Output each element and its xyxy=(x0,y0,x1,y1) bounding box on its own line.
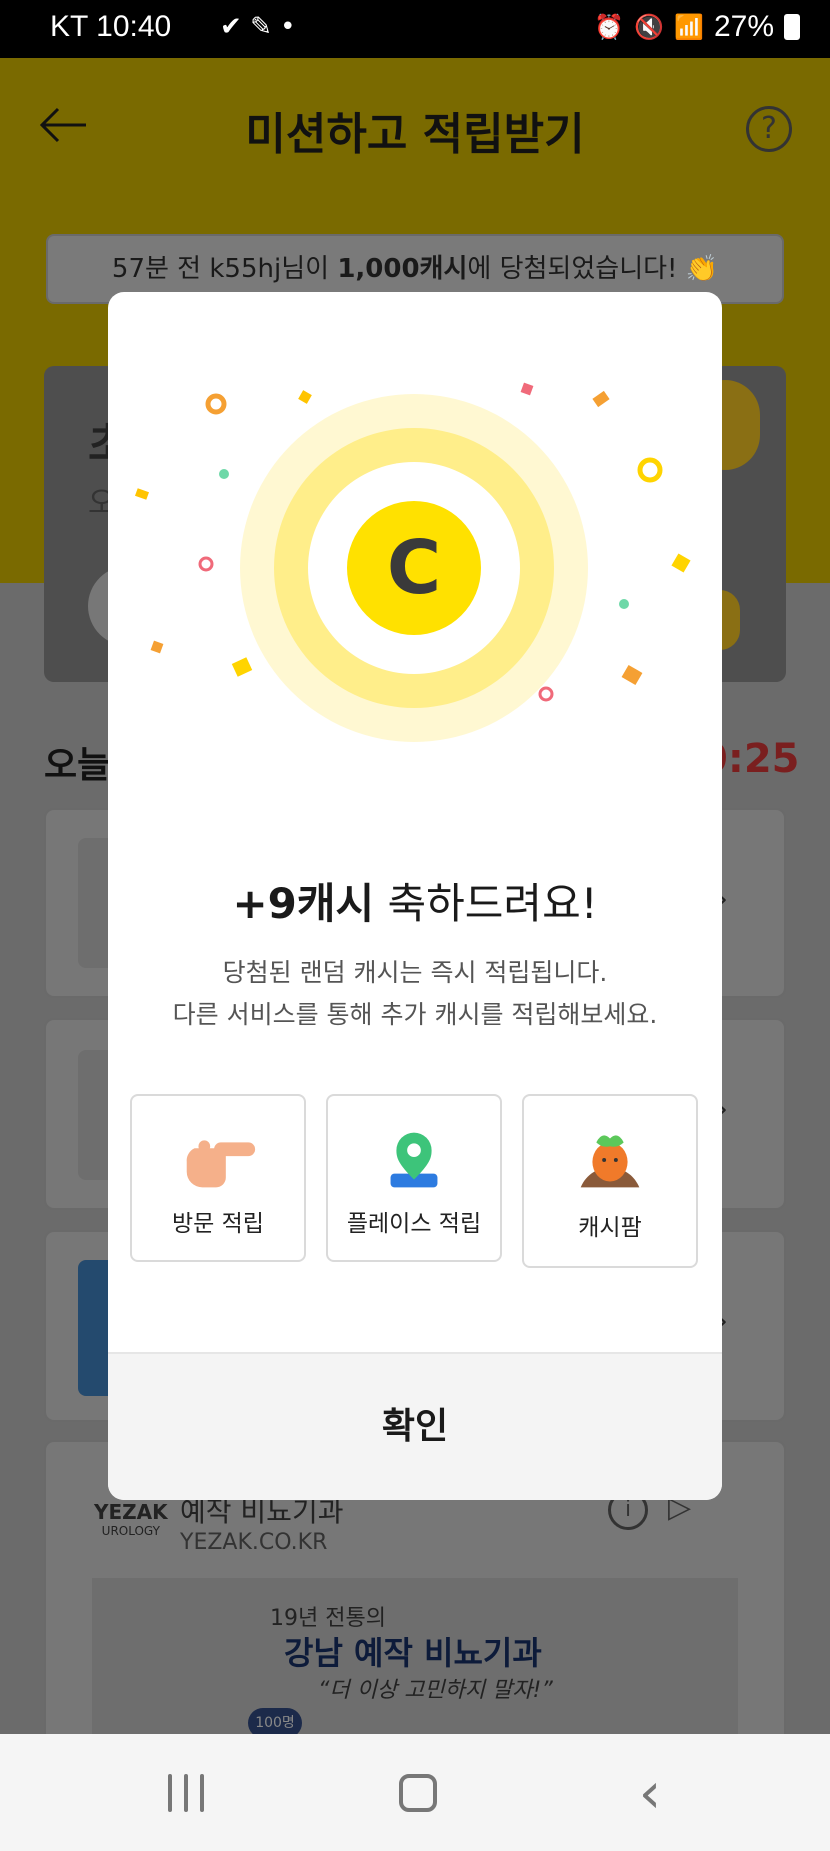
ticker-prefix: 57분 전 k55hj님이 xyxy=(111,254,338,284)
dot-icon: • xyxy=(280,12,296,42)
carrier-time: KT 10:40 xyxy=(50,10,172,43)
check-icon: ✔ xyxy=(220,12,242,42)
status-bar: KT 10:40 ✔ ✎ • ⏰ 🔇 📶 27% xyxy=(0,0,830,58)
desc-line-1: 당첨된 랜덤 캐시는 즉시 적립됩니다. xyxy=(222,958,608,987)
ticker-suffix: 에 당첨되었습니다! 👏 xyxy=(467,254,719,284)
ticker-amount: 1,000캐시 xyxy=(337,254,468,284)
screen: KT 10:40 ✔ ✎ • ⏰ 🔇 📶 27% 미션하고 적립받기 ? 57분… xyxy=(0,0,830,1851)
mute-icon: 🔇 xyxy=(634,13,665,41)
reward-amount: +9캐시 xyxy=(232,879,375,928)
confetti-piece xyxy=(621,664,643,686)
pencil-icon: ✎ xyxy=(250,12,272,42)
system-nav-bar: ‹ xyxy=(0,1734,830,1851)
confetti-piece xyxy=(298,390,312,404)
ad-url: YEZAK.CO.KR xyxy=(180,1530,328,1555)
confetti-piece xyxy=(671,553,691,573)
back-icon[interactable]: ‹ xyxy=(620,1764,680,1824)
alarm-icon: ⏰ xyxy=(594,13,625,41)
cash-farm-label: 캐시팜 xyxy=(578,1215,642,1241)
confetti-piece xyxy=(592,390,610,408)
place-reward-label: 플레이스 적립 xyxy=(346,1211,482,1237)
desc-line-2: 다른 서비스를 통해 추가 캐시를 적립해보세요. xyxy=(172,1000,658,1029)
ad-image-line3: “더 이상 고민하지 말자!” xyxy=(318,1678,553,1703)
ad-image-line2: 강남 예작 비뇨기과 xyxy=(284,1634,542,1672)
visit-reward-label: 방문 적립 xyxy=(172,1211,264,1237)
carrot-icon xyxy=(580,1135,640,1188)
ad-logo-subtext: UROLOGY xyxy=(101,1524,160,1538)
reward-title: +9캐시 축하드려요! xyxy=(108,870,722,931)
confetti-piece xyxy=(520,382,534,396)
confetti-piece xyxy=(150,640,164,654)
reward-burst-graphic: C xyxy=(134,382,691,742)
page-title: 미션하고 적립받기 xyxy=(245,109,585,160)
visit-reward-button[interactable]: 방문 적립 xyxy=(130,1094,306,1262)
confetti-ring xyxy=(538,686,554,702)
confetti-piece xyxy=(231,657,253,677)
reward-modal: C +9캐시 축하드려요! 당첨된 랜덤 캐시는 즉시 적립됩니다. 다른 서비… xyxy=(108,292,722,1500)
confetti-ring xyxy=(198,556,214,572)
system-icons: ⏰ 🔇 📶 27% xyxy=(594,10,800,44)
service-options: 방문 적립 플레이스 적립 캐시팜 xyxy=(130,1094,702,1268)
home-icon[interactable] xyxy=(388,1764,448,1824)
help-icon[interactable]: ? xyxy=(746,106,792,152)
battery-icon xyxy=(784,14,800,40)
place-reward-button[interactable]: 플레이스 적립 xyxy=(326,1094,502,1262)
wifi-icon: 📶 xyxy=(674,13,704,41)
pointing-hand-icon xyxy=(186,1140,256,1188)
confetti-piece xyxy=(134,488,150,500)
section-title: 오늘 xyxy=(44,745,111,786)
confirm-button[interactable]: 확인 xyxy=(108,1354,722,1500)
confetti-ring xyxy=(637,457,663,483)
recent-apps-icon[interactable] xyxy=(156,1764,216,1824)
battery-percent: 27% xyxy=(713,10,774,43)
congrats-text: 축하드려요! xyxy=(374,879,598,928)
confetti-dot xyxy=(619,599,629,609)
cash-farm-button[interactable]: 캐시팜 xyxy=(522,1094,698,1268)
notification-icons: ✔ ✎ • xyxy=(220,12,295,42)
ad-logo: YEZAK UROLOGY xyxy=(94,1500,168,1538)
coin-letter: C xyxy=(387,525,441,611)
map-pin-icon xyxy=(390,1132,438,1188)
confetti-ring xyxy=(205,393,227,415)
reward-description: 당첨된 랜덤 캐시는 즉시 적립됩니다. 다른 서비스를 통해 추가 캐시를 적… xyxy=(108,952,722,1036)
confetti-dot xyxy=(219,469,229,479)
ad-logo-text: YEZAK xyxy=(94,1500,168,1524)
